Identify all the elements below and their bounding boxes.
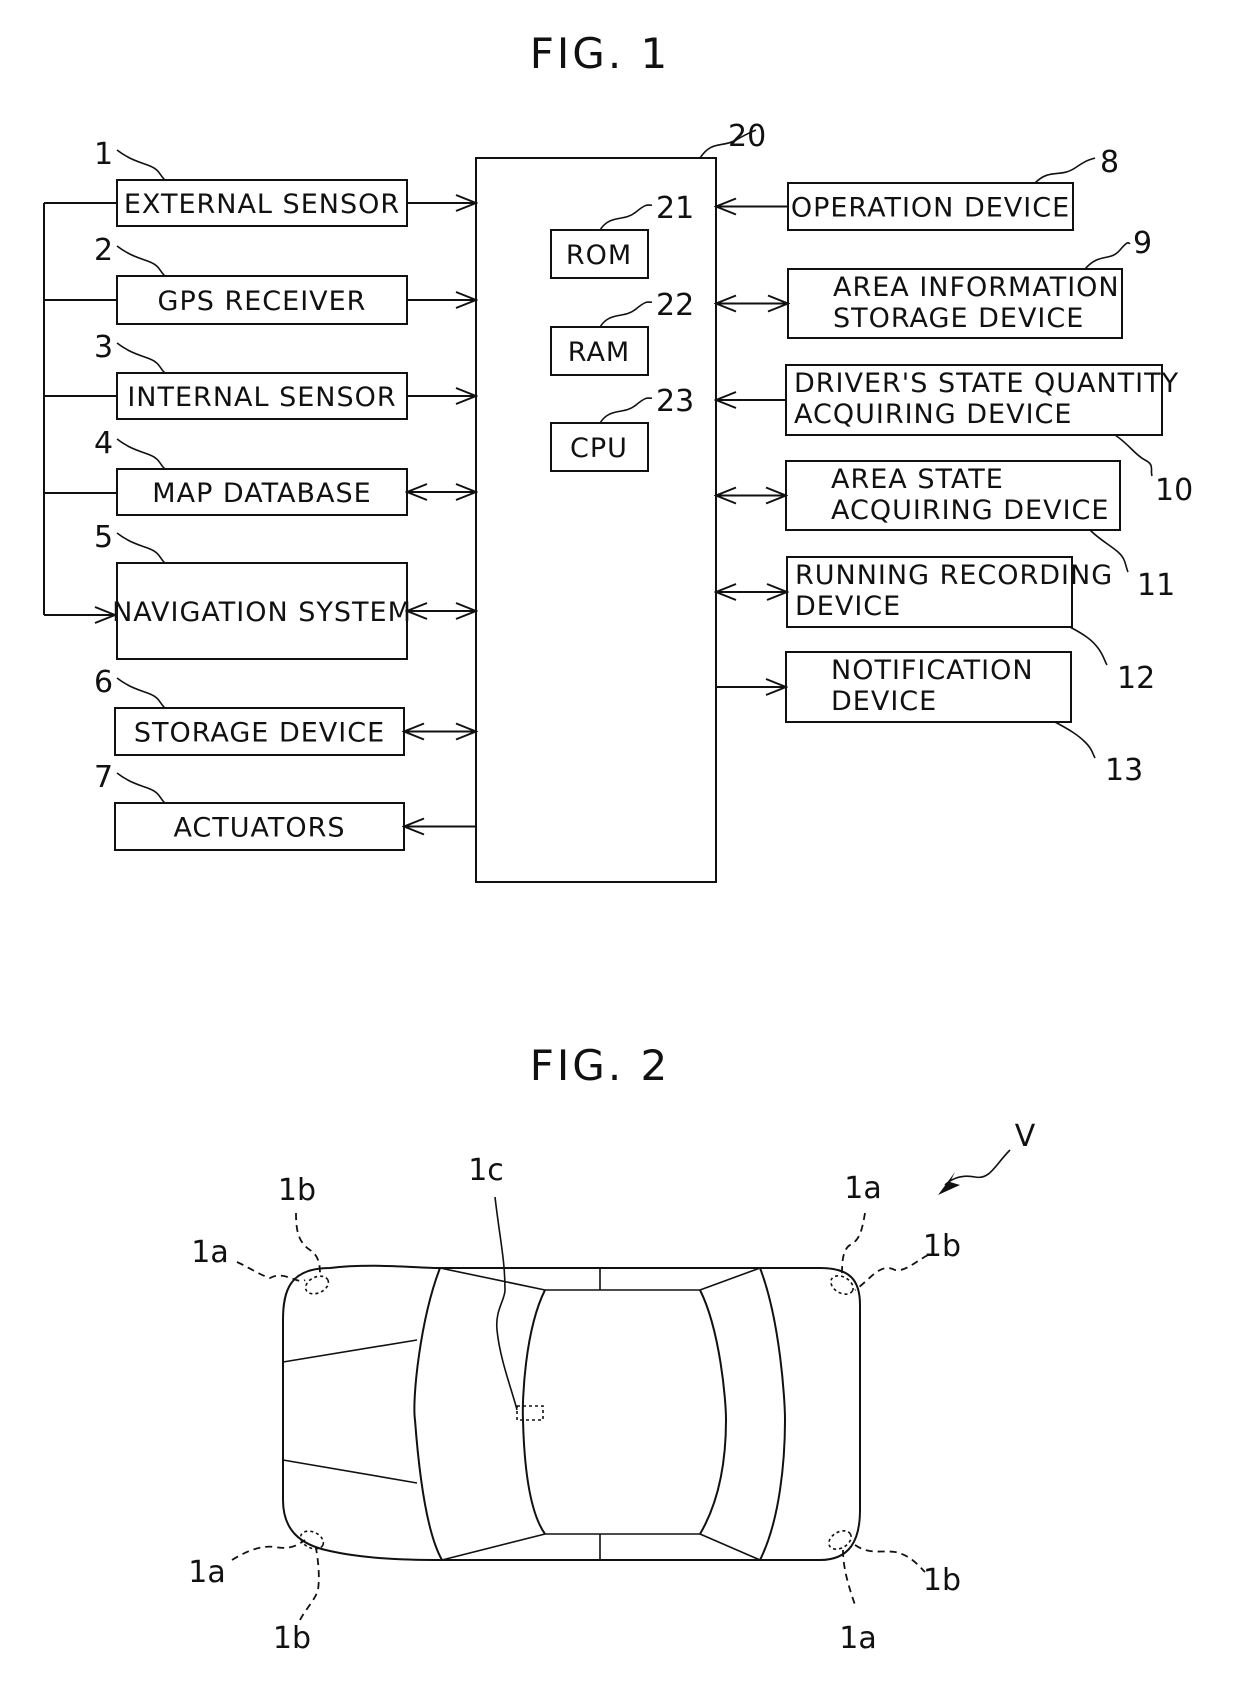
block-storage-device: STORAGE DEVICE 6: [94, 665, 476, 756]
external-sensor-leader-line: [116, 149, 166, 181]
storage-device-label: STORAGE DEVICE: [134, 718, 385, 749]
camera-leader-line: [494, 1196, 518, 1411]
navigation-system-ref: 5: [94, 520, 113, 555]
driver-s-state-quantity-acquiring-device-label-line-2: ACQUIRING DEVICE: [794, 399, 1072, 430]
front-right-lidar-label: 1b: [923, 1229, 961, 1264]
ram-label: RAM: [568, 337, 630, 368]
vehicle-body-outline: [282, 1264, 861, 1561]
windshield-rear-edge: [521, 1289, 546, 1535]
block-operation-device: OPERATION DEVICE 8: [716, 145, 1119, 231]
storage-device-ref: 6: [94, 665, 113, 700]
rear-right-radar-label: 1a: [839, 1621, 876, 1656]
cpu-label: CPU: [570, 433, 628, 464]
gps-receiver-label: GPS RECEIVER: [158, 286, 367, 317]
driver-s-state-quantity-acquiring-device-label-line-1: DRIVER'S STATE QUANTITY: [794, 368, 1179, 399]
area-information-storage-device-label-line-2: STORAGE DEVICE: [833, 303, 1084, 334]
driver-s-state-quantity-acquiring-device-ref: 10: [1155, 473, 1193, 508]
internal-sensor-label: INTERNAL SENSOR: [127, 382, 396, 413]
a-pillar-left: [439, 1267, 546, 1291]
running-recording-device-label-line-1: RUNNING RECORDING: [795, 560, 1113, 591]
a-pillar-right: [441, 1533, 546, 1561]
block-navigation-system: NAVIGATION SYSTEM 5: [94, 520, 476, 660]
rear-left-radar-leader: [231, 1539, 306, 1561]
rear-left-lidar-label: 1b: [273, 1621, 311, 1656]
c-pillar-bottom: [699, 1533, 761, 1561]
external-sensor-label: EXTERNAL SENSOR: [124, 189, 400, 220]
front-right-sensor-outline: [830, 1275, 854, 1295]
block-notification-device: NOTIFICATIONDEVICE 13: [716, 651, 1143, 788]
map-database-label: MAP DATABASE: [152, 478, 371, 509]
area-state-acquiring-device-label-line-1: AREA STATE: [831, 464, 1004, 495]
block-external-sensor: EXTERNAL SENSOR 1: [94, 137, 476, 227]
front-left-lidar-label: 1b: [278, 1173, 316, 1208]
running-recording-device-ref: 12: [1117, 661, 1155, 696]
vehicle-ref-label: V: [1015, 1119, 1036, 1154]
camera-label: 1c: [468, 1153, 504, 1188]
front-left-radar-label: 1a: [191, 1235, 228, 1270]
vehicle-top-view: 1c 1a 1b 1a 1b 1a 1b 1a 1b V: [188, 1119, 1035, 1656]
windshield-front-edge: [413, 1267, 443, 1561]
front-right-radar-leader: [841, 1212, 866, 1276]
internal-sensor-ref: 3: [94, 330, 113, 365]
hood-line-upper: [282, 1339, 418, 1363]
actuators-ref: 7: [94, 760, 113, 795]
front-right-radar-label: 1a: [844, 1171, 881, 1206]
front-right-lidar-leader: [854, 1254, 929, 1291]
fig2-title: FIG. 2: [530, 1041, 671, 1090]
navigation-system-label: NAVIGATION SYSTEM: [112, 597, 412, 628]
rear-right-lidar-leader: [854, 1544, 926, 1573]
running-recording-device-leader-line: [1069, 626, 1108, 666]
rear-window-front-edge: [699, 1289, 728, 1535]
block-area-information-storage-device: AREA INFORMATIONSTORAGE DEVICE 9: [716, 226, 1152, 339]
notification-device-label-line-1: NOTIFICATION: [831, 655, 1034, 686]
patent-drawing-sheet: FIG. 1 20 ROM 21 RAM 22 CPU 23 EXTERNAL …: [43, 29, 1193, 1656]
navigation-system-leader-line: [116, 532, 166, 564]
cpu-ref: 23: [656, 384, 694, 419]
fig1-title: FIG. 1: [530, 29, 671, 78]
storage-device-leader-line: [116, 677, 166, 709]
map-database-ref: 4: [94, 426, 113, 461]
camera-sensor-outline: [516, 1405, 544, 1421]
area-state-acquiring-device-label-line-2: ACQUIRING DEVICE: [831, 495, 1109, 526]
actuators-label: ACTUATORS: [173, 813, 345, 844]
front-left-sensor-outline: [304, 1275, 330, 1295]
map-database-leader-line: [116, 438, 166, 470]
notification-device-leader-line: [1054, 721, 1096, 759]
hood-line-lower: [282, 1459, 418, 1484]
block-internal-sensor: INTERNAL SENSOR 3: [94, 330, 476, 420]
gps-receiver-ref: 2: [94, 233, 113, 268]
rear-right-lidar-label: 1b: [923, 1563, 961, 1598]
block-actuators: ACTUATORS 7: [94, 760, 476, 851]
vehicle-ref-arrowhead-icon: [938, 1172, 960, 1195]
area-information-storage-device-ref: 9: [1133, 226, 1152, 261]
operation-device-leader-line: [1034, 157, 1096, 184]
rear-left-radar-label: 1a: [188, 1555, 225, 1590]
ram-ref: 22: [656, 288, 694, 323]
operation-device-label-line-1: OPERATION DEVICE: [791, 193, 1070, 224]
area-information-storage-device-leader-line: [1084, 241, 1131, 270]
block-gps-receiver: GPS RECEIVER 2: [94, 233, 476, 325]
vehicle-ref-leader: [944, 1149, 1011, 1186]
actuators-leader-line: [116, 772, 166, 804]
internal-sensor-leader-line: [116, 342, 166, 374]
block-map-database: MAP DATABASE 4: [94, 426, 476, 516]
running-recording-device-label-line-2: DEVICE: [795, 591, 901, 622]
notification-device-label-line-2: DEVICE: [831, 686, 937, 717]
rom-ref: 21: [656, 191, 694, 226]
external-sensor-ref: 1: [94, 137, 113, 172]
rom-label: ROM: [566, 240, 632, 271]
rear-left-lidar-leader: [299, 1547, 320, 1621]
front-left-lidar-leader: [295, 1212, 321, 1276]
area-state-acquiring-device-ref: 11: [1137, 568, 1175, 603]
gps-receiver-leader-line: [116, 245, 166, 277]
notification-device-ref: 13: [1105, 753, 1143, 788]
operation-device-ref: 8: [1100, 145, 1119, 180]
rear-window-rear-edge: [759, 1267, 787, 1561]
area-information-storage-device-label-line-1: AREA INFORMATION: [833, 272, 1120, 303]
rear-right-radar-leader: [842, 1549, 856, 1606]
controller-ref: 20: [728, 119, 766, 154]
c-pillar-top: [699, 1267, 761, 1291]
